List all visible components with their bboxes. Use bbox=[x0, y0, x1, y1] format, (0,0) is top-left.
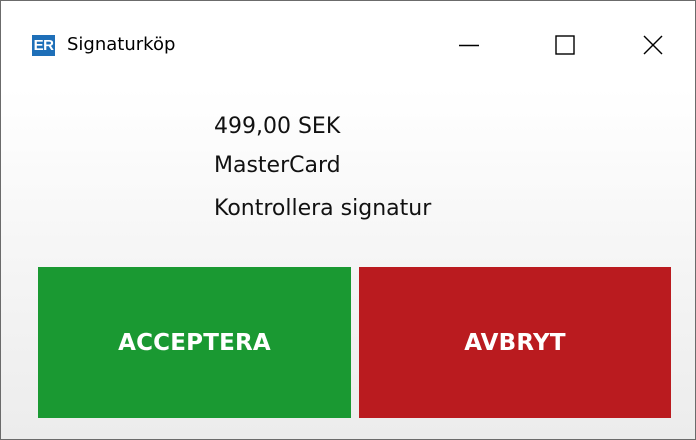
accept-button[interactable]: ACCEPTERA bbox=[38, 267, 351, 418]
maximize-icon bbox=[555, 34, 575, 55]
maximize-button[interactable] bbox=[533, 1, 597, 88]
app-logo-icon: ER bbox=[32, 35, 55, 56]
minimize-button[interactable] bbox=[437, 1, 501, 88]
title-bar[interactable]: ER Signaturköp bbox=[1, 1, 695, 88]
minimize-icon bbox=[459, 44, 479, 46]
card-type-text: MasterCard bbox=[214, 153, 341, 178]
close-button[interactable] bbox=[621, 1, 685, 88]
signature-purchase-window: ER Signaturköp 499,00 SEK MasterCard Kon… bbox=[0, 0, 696, 440]
dialog-content: 499,00 SEK MasterCard Kontrollera signat… bbox=[1, 88, 695, 439]
cancel-button[interactable]: AVBRYT bbox=[359, 267, 671, 418]
window-title: Signaturköp bbox=[67, 34, 176, 55]
amount-text: 499,00 SEK bbox=[214, 114, 341, 139]
instruction-text: Kontrollera signatur bbox=[214, 196, 432, 221]
close-icon bbox=[643, 35, 663, 54]
